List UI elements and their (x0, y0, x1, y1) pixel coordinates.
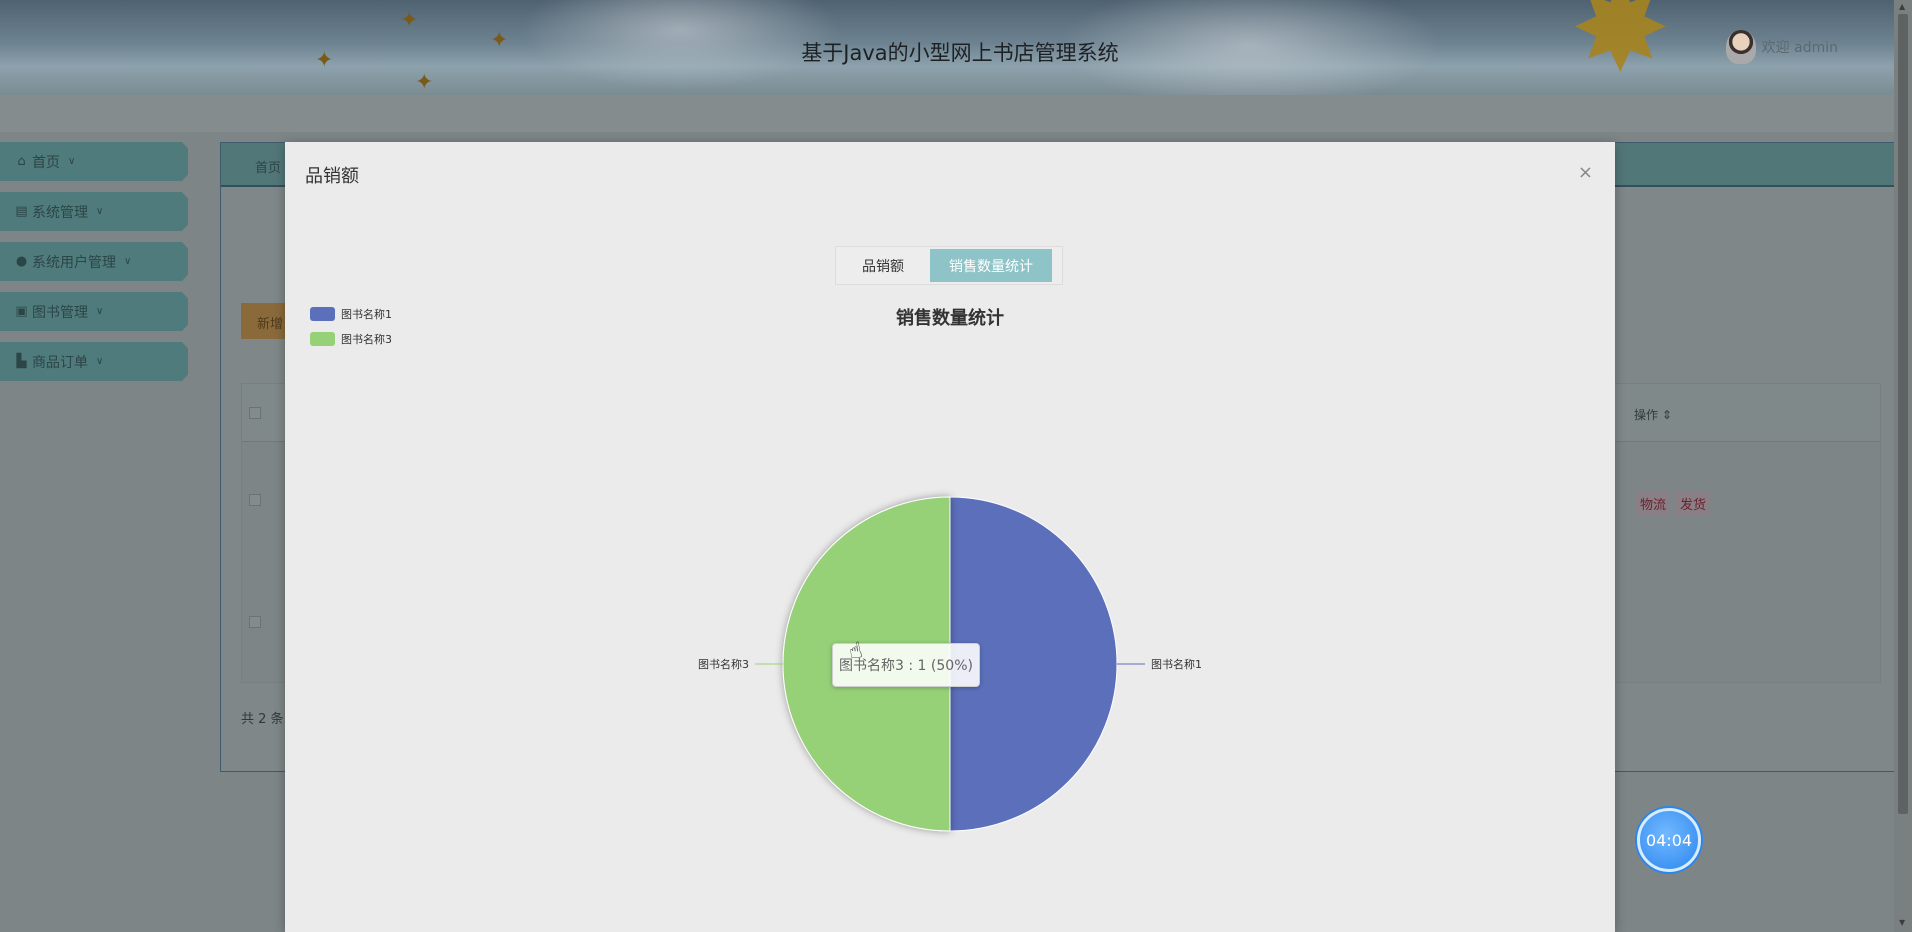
welcome-text: 欢迎 admin (1761, 40, 1838, 56)
total-count: 共 2 条 (241, 712, 284, 727)
sidebar-item-label: 商品订单 (32, 354, 88, 371)
operation-column-header[interactable]: 操作 ⇕ (1634, 406, 1672, 423)
chevron-down-icon: ∨ (96, 206, 104, 217)
scroll-down-icon[interactable]: ▼ (1899, 918, 1905, 927)
timer-badge[interactable]: 04:04 (1637, 808, 1701, 872)
sidebar: ⌂ 首页 ∨ ▤ 系统管理 ∨ ● 系统用户管理 ∨ ▣ 图书管理 ∨ ▙ 商品… (0, 142, 200, 392)
briefcase-icon: ▣ (15, 304, 28, 319)
chevron-down-icon: ∨ (124, 256, 132, 267)
chevron-down-icon: ∨ (96, 356, 104, 367)
logistics-link[interactable]: 物流 (1636, 492, 1671, 515)
page-scrollbar[interactable]: ▲ ▼ (1894, 0, 1912, 932)
sidebar-item-orders[interactable]: ▙ 商品订单 ∨ (0, 342, 188, 381)
tab-home[interactable]: 首页 (255, 157, 281, 176)
server-icon: ▤ (15, 204, 28, 219)
app-title: 基于Java的小型网上书店管理系统 (801, 41, 1119, 65)
leaf-icon: ✦ (415, 70, 434, 95)
leaf-icon: ✦ (400, 8, 419, 33)
avatar[interactable] (1725, 30, 1756, 64)
select-all-checkbox[interactable] (249, 407, 261, 419)
sidebar-item-label: 首页 (32, 154, 60, 171)
sidebar-item-label: 系统管理 (32, 204, 88, 221)
user-icon: ● (15, 254, 28, 269)
sales-modal: 品销额 × 品销额 销售数量统计 图书名称1 图书名称3 销售数量统计 图书名称… (285, 142, 1615, 932)
user-info[interactable]: 欢迎 admin (1725, 30, 1838, 64)
scrollbar-thumb[interactable] (1898, 14, 1908, 814)
chevron-down-icon: ∨ (96, 306, 104, 317)
ship-link[interactable]: 发货 (1676, 492, 1711, 515)
sidebar-item-label: 图书管理 (32, 304, 88, 321)
pie-slice-label: 图书名称3 (698, 657, 749, 671)
sidebar-item-system[interactable]: ▤ 系统管理 ∨ (0, 192, 188, 231)
sidebar-item-label: 系统用户管理 (32, 254, 116, 271)
building-icon: ▙ (16, 354, 27, 369)
sub-header-bar (0, 95, 1894, 132)
row-operations: 物流 发货 (1636, 492, 1711, 515)
sidebar-item-users[interactable]: ● 系统用户管理 ∨ (0, 242, 188, 281)
sidebar-item-home[interactable]: ⌂ 首页 ∨ (0, 142, 188, 181)
pie-slice-label: 图书名称1 (1151, 657, 1202, 671)
row-checkbox[interactable] (249, 616, 261, 628)
operation-header-label: 操作 (1634, 408, 1659, 422)
sidebar-item-books[interactable]: ▣ 图书管理 ∨ (0, 292, 188, 331)
chevron-down-icon: ∨ (68, 156, 76, 167)
row-checkbox[interactable] (249, 494, 261, 506)
scroll-up-icon[interactable]: ▲ (1899, 2, 1905, 11)
sort-icon: ⇕ (1661, 408, 1672, 422)
home-icon: ⌂ (17, 154, 26, 169)
app-header: ✦ ✦ ✦ ✦ ✸ 基于Java的小型网上书店管理系统 欢迎 admin (0, 0, 1894, 95)
pie-chart: 图书名称1 图书名称3 (698, 496, 1202, 832)
